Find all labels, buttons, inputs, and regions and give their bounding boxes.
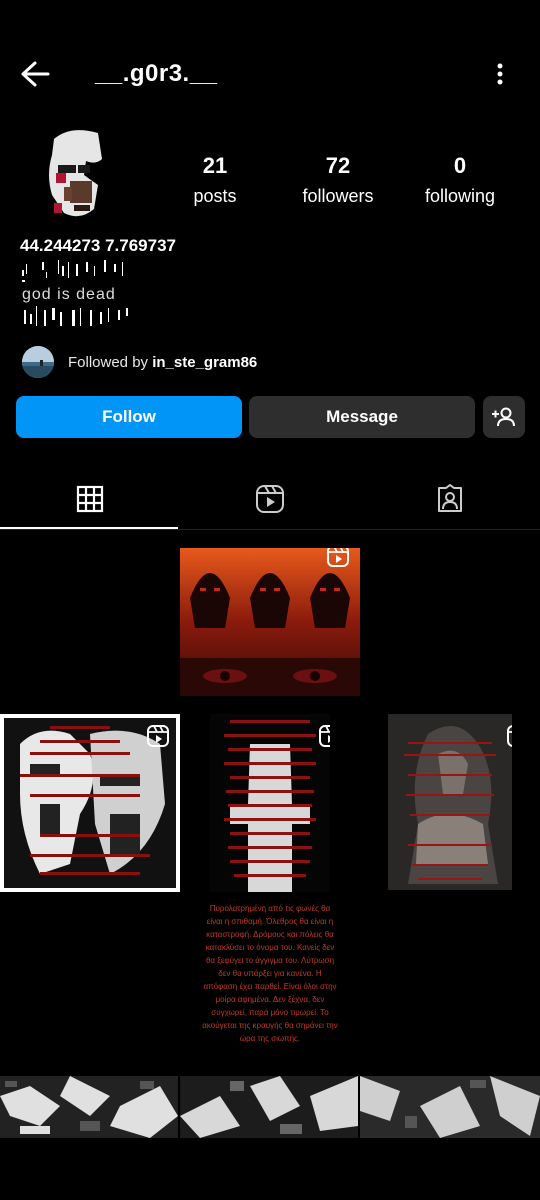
post-6-image [0, 1076, 178, 1138]
top-bar: __.g0r3.__ [0, 50, 540, 98]
post-8-image [360, 1076, 540, 1138]
followers-count[interactable]: 72 followers [278, 152, 398, 210]
following-count-value: 0 [453, 153, 467, 178]
grid-post-1[interactable] [180, 548, 360, 696]
followed-by-prefix: Followed by [68, 353, 153, 371]
tagged-user-icon [438, 484, 462, 512]
post-4-image [388, 714, 512, 890]
posts-count: 21 posts [155, 152, 275, 210]
suggest-user-button[interactable] [483, 396, 525, 438]
reel-badge-3 [318, 724, 330, 748]
reel-badge-2 [146, 724, 170, 748]
grid-post-7[interactable] [180, 1076, 358, 1138]
following-count[interactable]: 0 following [400, 152, 520, 210]
grid-post-4[interactable] [388, 714, 512, 890]
following-count-label: following [424, 186, 496, 206]
grid-post-8[interactable] [360, 1076, 540, 1138]
followed-by-text: Followed by in_ste_gram86 [68, 354, 257, 371]
reels-icon [327, 548, 349, 567]
profile-avatar[interactable] [40, 125, 112, 229]
more-vertical-icon [497, 63, 503, 85]
followed-by-row[interactable]: Followed by in_ste_gram86 [22, 345, 257, 379]
grid-post-6[interactable] [0, 1076, 178, 1138]
profile-username: __.g0r3.__ [95, 60, 218, 87]
arrow-left-icon [21, 61, 50, 87]
more-options-button[interactable] [488, 60, 512, 90]
follow-button[interactable]: Follow [16, 396, 242, 438]
bio-name: 44.244273 7.769737 [20, 236, 176, 255]
reels-icon [256, 485, 284, 513]
reels-icon [507, 725, 512, 747]
tab-tagged[interactable] [360, 470, 540, 528]
profile-tabs [0, 470, 540, 530]
grid-icon [76, 485, 104, 513]
post-3-image [210, 714, 330, 892]
followed-by-user[interactable]: in_ste_gram86 [152, 354, 257, 371]
posts-count-value: 21 [202, 153, 228, 178]
tab-grid[interactable] [0, 470, 180, 529]
tab-reels[interactable] [180, 470, 360, 528]
post-7-image [180, 1076, 358, 1138]
post-1-image [180, 548, 360, 696]
reels-icon [147, 725, 169, 747]
mutual-follower-avatar [22, 346, 54, 378]
avatar-image [40, 125, 112, 229]
message-button[interactable]: Message [249, 396, 475, 438]
grid-post-5[interactable]: Πυρολατρημένη από τις φωνές θα είναι η σ… [180, 894, 360, 1070]
reel-badge-1 [326, 548, 350, 568]
reels-icon [319, 725, 330, 747]
post-5-text: Πυρολατρημένη από τις φωνές θα είναι η σ… [202, 904, 338, 1043]
followers-count-value: 72 [325, 153, 351, 178]
grid-post-2[interactable] [0, 714, 180, 892]
bio-text: god is dead [22, 286, 116, 303]
reel-badge-4 [506, 724, 512, 748]
person-add-icon [492, 407, 515, 427]
back-button[interactable] [18, 58, 58, 90]
grid-post-3[interactable] [210, 714, 330, 892]
posts-count-label: posts [193, 186, 237, 206]
followers-count-label: followers [302, 186, 374, 206]
